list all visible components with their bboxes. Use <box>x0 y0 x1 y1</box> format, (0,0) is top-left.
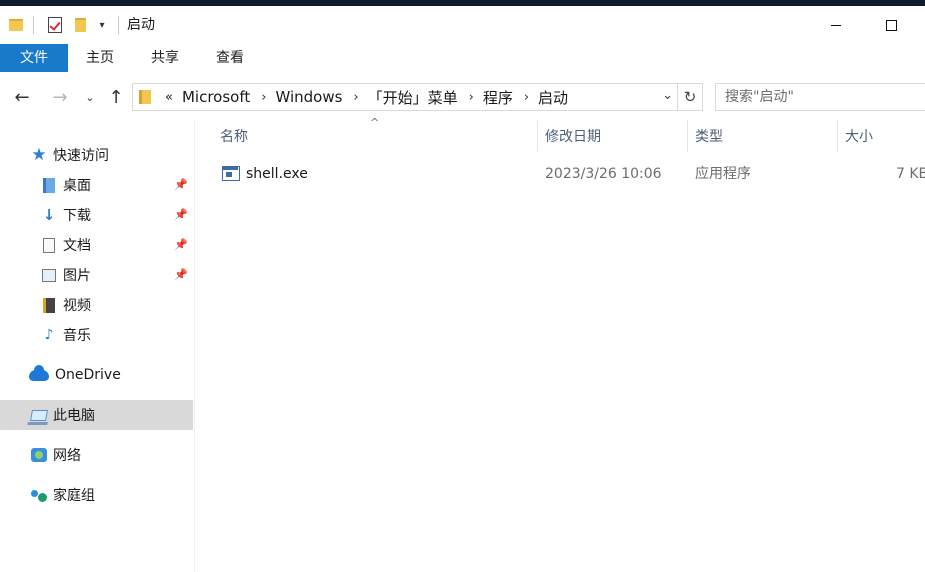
sidebar-item-this-pc[interactable]: 此电脑 <box>0 400 193 430</box>
sidebar-item-label: 家庭组 <box>53 488 95 504</box>
column-header-type[interactable]: 类型 <box>689 124 837 150</box>
back-arrow-icon[interactable]: ← <box>10 86 34 108</box>
breadcrumb-windows[interactable]: Windows <box>275 88 342 106</box>
sidebar-item-label: 文档 <box>63 238 91 254</box>
navigation-bar: ← → ⌄ ↑ « Microsoft › Windows › 「开始」菜单 ›… <box>0 80 925 114</box>
sidebar-item-label: 视频 <box>63 298 91 314</box>
file-list: ^ 名称 修改日期 类型 大小 shell.exe 2023/3/26 10:0… <box>196 114 925 572</box>
quick-access-divider <box>33 16 34 34</box>
recent-locations-chevron-icon[interactable]: ⌄ <box>82 86 98 108</box>
customize-toolbar-icon[interactable]: ▾ <box>94 16 110 34</box>
documents-folder-icon <box>40 236 58 254</box>
pin-icon[interactable]: 📌 <box>174 268 188 281</box>
sidebar-item-label: 此电脑 <box>53 408 95 424</box>
address-bar[interactable]: « Microsoft › Windows › 「开始」菜单 › 程序 › 启动… <box>132 83 678 111</box>
sidebar-item-pictures[interactable]: 图片 📌 <box>0 260 193 290</box>
title-bar: ▾ 启动 <box>0 6 925 44</box>
navigation-pane: ★ 快速访问 桌面 📌 ↓ 下载 📌 文档 📌 图片 📌 视频 ♪ 音乐 One… <box>0 120 195 572</box>
sidebar-item-onedrive[interactable]: OneDrive <box>0 360 193 390</box>
tab-view[interactable]: 查看 <box>205 44 255 72</box>
address-folder-icon <box>139 90 151 104</box>
sidebar-item-label: OneDrive <box>55 367 121 383</box>
breadcrumb-separator[interactable]: › <box>524 90 529 105</box>
folder-icon <box>8 16 24 34</box>
title-divider <box>118 16 119 34</box>
file-modified: 2023/3/26 10:06 <box>545 166 662 182</box>
desktop-folder-icon <box>40 176 58 194</box>
sidebar-item-label: 下载 <box>63 208 91 224</box>
breadcrumb-separator[interactable]: › <box>469 90 474 105</box>
ribbon-tabs: 文件 主页 共享 查看 <box>0 44 925 72</box>
pin-icon[interactable]: 📌 <box>174 208 188 221</box>
pin-icon[interactable]: 📌 <box>174 178 188 191</box>
sidebar-item-desktop[interactable]: 桌面 📌 <box>0 170 193 200</box>
maximize-icon <box>885 19 897 31</box>
breadcrumb-overflow[interactable]: « <box>165 90 173 105</box>
file-name[interactable]: shell.exe <box>246 160 308 188</box>
network-icon <box>30 446 48 464</box>
properties-check-icon[interactable] <box>46 16 64 34</box>
sidebar-item-videos[interactable]: 视频 <box>0 290 193 320</box>
star-icon: ★ <box>31 145 47 165</box>
column-header-size[interactable]: 大小 <box>839 124 925 150</box>
search-input[interactable]: 搜索"启动" <box>715 83 925 111</box>
sidebar-item-documents[interactable]: 文档 📌 <box>0 230 193 260</box>
maximize-button[interactable] <box>868 10 914 40</box>
sidebar-item-music[interactable]: ♪ 音乐 <box>0 320 193 350</box>
breadcrumb-start-menu[interactable]: 「开始」菜单 <box>368 87 458 108</box>
forward-arrow-icon[interactable]: → <box>48 86 72 108</box>
tab-home[interactable]: 主页 <box>75 44 125 72</box>
computer-icon <box>30 406 48 424</box>
tab-share[interactable]: 共享 <box>140 44 190 72</box>
breadcrumb-separator[interactable]: › <box>261 90 266 105</box>
column-header-name[interactable]: 名称 <box>214 124 536 150</box>
file-row[interactable]: shell.exe 2023/3/26 10:06 应用程序 7 KB <box>214 160 925 188</box>
breadcrumb-programs[interactable]: 程序 <box>483 87 513 108</box>
column-divider[interactable] <box>687 120 688 152</box>
chevron-down-icon[interactable]: ⌄ <box>662 88 673 103</box>
downloads-folder-icon: ↓ <box>42 206 56 224</box>
refresh-icon[interactable]: ↻ <box>678 83 703 111</box>
file-size: 7 KB <box>896 166 925 182</box>
up-arrow-icon[interactable]: ↑ <box>105 86 127 108</box>
column-divider[interactable] <box>537 120 538 152</box>
minimize-icon <box>831 24 841 26</box>
cloud-icon <box>28 364 50 384</box>
sidebar-item-downloads[interactable]: ↓ 下载 📌 <box>0 200 193 230</box>
sidebar-item-homegroup[interactable]: 家庭组 <box>0 480 193 510</box>
column-header-modified[interactable]: 修改日期 <box>539 124 687 150</box>
sidebar-item-label: 网络 <box>53 448 81 464</box>
sidebar-item-quick-access[interactable]: ★ 快速访问 <box>0 140 193 170</box>
new-folder-icon[interactable] <box>72 16 88 34</box>
window-title: 启动 <box>127 17 155 33</box>
file-type: 应用程序 <box>695 166 751 182</box>
pictures-folder-icon <box>40 266 58 284</box>
breadcrumb-separator[interactable]: › <box>353 90 358 105</box>
sidebar-item-label: 桌面 <box>63 178 91 194</box>
column-divider[interactable] <box>837 120 838 152</box>
sidebar-item-label: 音乐 <box>63 328 91 344</box>
exe-file-icon <box>222 166 240 181</box>
tab-file[interactable]: 文件 <box>0 44 68 72</box>
sidebar-item-label: 图片 <box>63 268 91 284</box>
music-folder-icon: ♪ <box>44 327 54 343</box>
sidebar-item-label: 快速访问 <box>53 148 109 164</box>
breadcrumb-microsoft[interactable]: Microsoft <box>182 88 250 106</box>
breadcrumb-startup[interactable]: 启动 <box>538 87 568 108</box>
sidebar-item-network[interactable]: 网络 <box>0 440 193 470</box>
pin-icon[interactable]: 📌 <box>174 238 188 251</box>
videos-folder-icon <box>40 296 58 314</box>
minimize-button[interactable] <box>813 10 859 40</box>
homegroup-icon <box>30 486 48 504</box>
